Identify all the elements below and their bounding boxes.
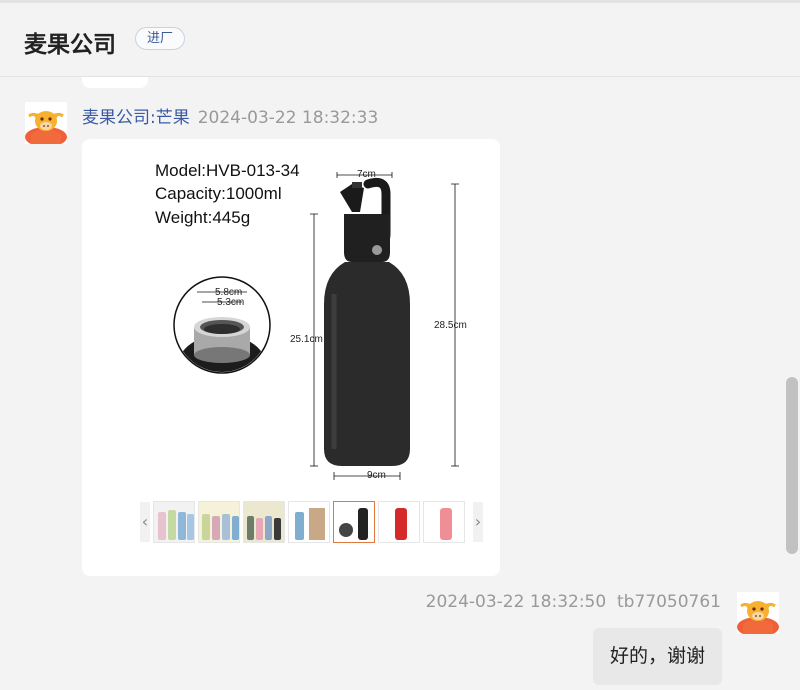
black-bottle-thumb[interactable] (333, 501, 375, 543)
message-time: 2024-03-22 18:32:33 (197, 108, 379, 128)
pink-bottle-thumb[interactable] (423, 501, 465, 543)
sender-name[interactable]: 麦果公司:芒果 (82, 108, 190, 128)
dim-top-width: 7cm (357, 169, 376, 180)
bottles-multi-thumb[interactable] (243, 501, 285, 543)
bottle-with-box-thumb[interactable] (288, 501, 330, 543)
spec-capacity: Capacity:1000ml (155, 184, 282, 203)
spec-weight: Weight:445g (155, 208, 251, 227)
bottles-blue-green-thumb[interactable] (153, 501, 195, 543)
my-message-time: 2024-03-22 18:32:50 (425, 592, 607, 612)
message-meta: 麦果公司:芒果 2024-03-22 18:32:33 (82, 103, 378, 128)
thumbnail-strip: ‹ › (138, 499, 488, 545)
my-username: tb77050761 (617, 592, 721, 612)
scrollbar-thumb[interactable] (786, 377, 798, 554)
previous-message-bubble (82, 77, 148, 88)
bottles-pastel-thumb[interactable] (198, 501, 240, 543)
red-bottle-thumb[interactable] (378, 501, 420, 543)
thumb-prev-arrow-icon[interactable]: ‹ (140, 502, 150, 542)
my-message-bubble[interactable]: 好的，谢谢 (593, 628, 722, 685)
seller-avatar-icon[interactable] (25, 102, 67, 147)
shop-name: 麦果公司 (24, 32, 116, 58)
spec-model: Model:HVB-013-34 (155, 161, 300, 180)
dim-height-body: 25.1cm (290, 334, 323, 345)
product-image-message[interactable]: Model:HVB-013-34 Capacity:1000ml Weight:… (82, 139, 500, 576)
chat-header: 麦果公司 进厂 (0, 3, 800, 77)
dim-bottom-width: 9cm (367, 470, 386, 481)
dim-height-total: 28.5cm (434, 320, 467, 331)
dim-mouth-inner: 5.3cm (217, 297, 245, 308)
thumb-next-arrow-icon[interactable]: › (473, 502, 483, 542)
buyer-avatar-icon[interactable] (737, 592, 779, 637)
enter-shop-button[interactable]: 进厂 (135, 27, 186, 50)
my-message-meta: 2024-03-22 18:32:50 tb77050761 (426, 592, 721, 612)
